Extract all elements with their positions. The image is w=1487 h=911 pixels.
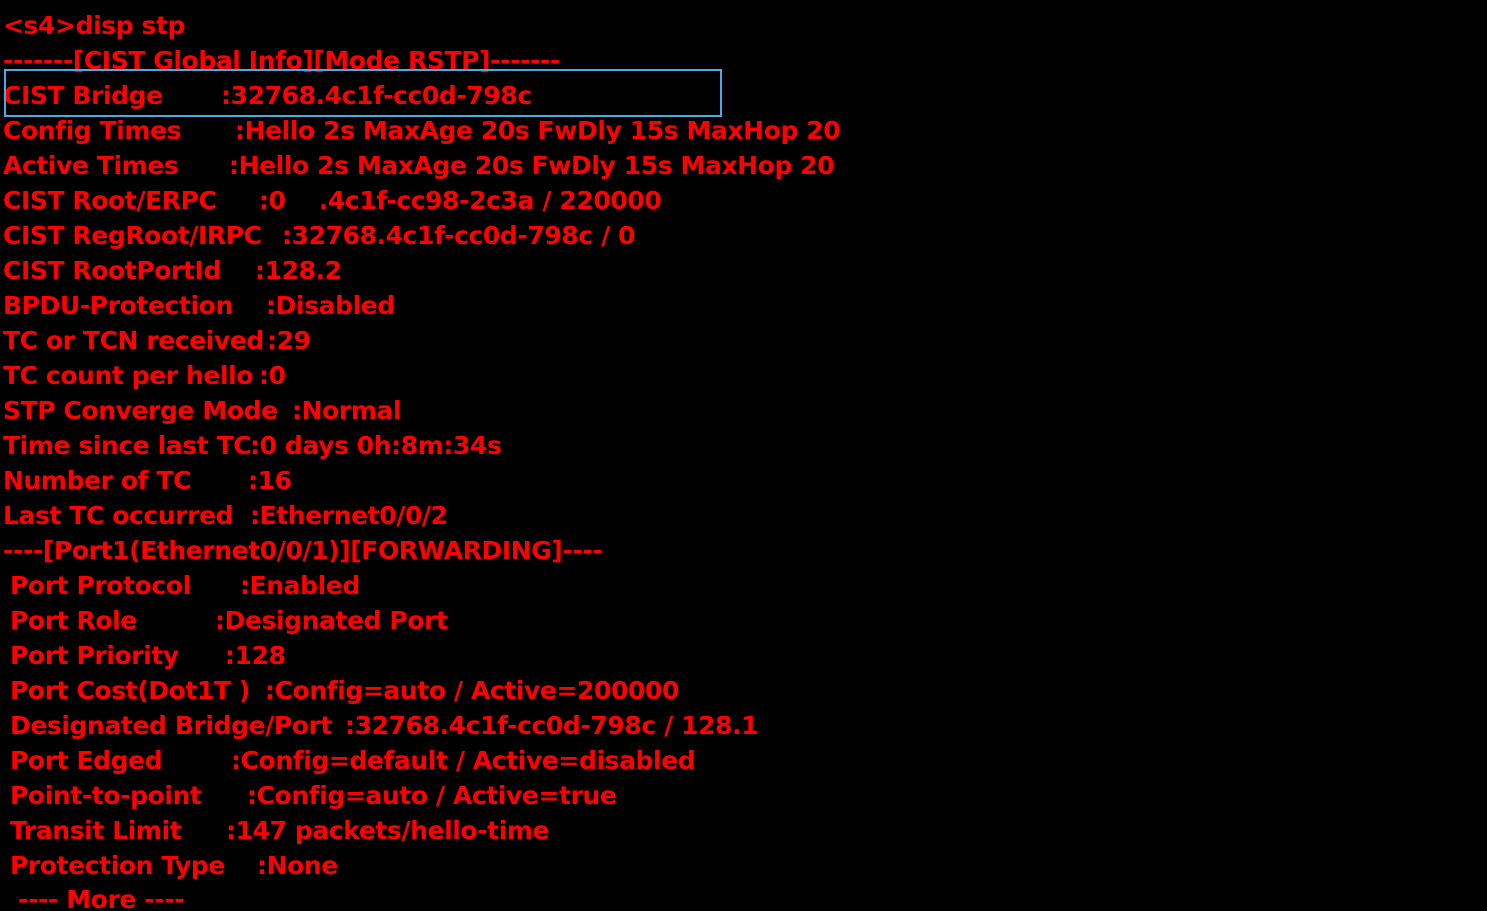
- row-value: :128.2: [255, 256, 342, 285]
- row-value: :Designated Port: [215, 606, 448, 635]
- global-row-tc-count-per-hello: TC count per hello:0: [3, 358, 286, 393]
- global-row-cist-regroot-irpc: CIST RegRoot/IRPC :32768.4c1f-cc0d-798c /…: [3, 218, 636, 253]
- port-row-point-to-point: Point-to-point :Config=auto / Active=true: [10, 778, 617, 813]
- row-value: :32768.4c1f-cc0d-798c: [221, 81, 532, 110]
- port-row-transit-limit: Transit Limit :147 packets/hello-time: [10, 813, 550, 848]
- row-value: :Hello 2s MaxAge 20s FwDly 15s MaxHop 20: [235, 116, 841, 145]
- row-label: Port Protocol: [10, 571, 191, 600]
- global-row-time-since-last-tc: Time since last TC:0 days 0h:8m:34s: [3, 428, 502, 463]
- row-label: Designated Bridge/Port: [10, 711, 333, 740]
- row-label: Active Times: [3, 151, 179, 180]
- row-label: Point-to-point: [10, 781, 202, 810]
- global-row-number-of-tc: Number of TC :16: [3, 463, 292, 498]
- port-row-protocol: Port Protocol :Enabled: [10, 568, 360, 603]
- row-label: Port Edged: [10, 746, 163, 775]
- row-label: TC or TCN received: [3, 326, 264, 355]
- global-row-cist-bridge: CIST Bridge :32768.4c1f-cc0d-798c: [3, 78, 532, 113]
- row-value: :Normal: [292, 396, 402, 425]
- port-row-designated-bridge: Designated Bridge/Port :32768.4c1f-cc0d-7…: [10, 708, 759, 743]
- port-header: ----[Port1(Ethernet0/0/1)][FORWARDING]--…: [3, 536, 603, 565]
- global-row-cist-rootportid: CIST RootPortId :128.2: [3, 253, 342, 288]
- global-row-bpdu-protection: BPDU-Protection :Disabled: [3, 288, 395, 323]
- row-label: CIST RootPortId: [3, 256, 221, 285]
- row-label: Time since last TC: [3, 431, 252, 460]
- global-row-active-times: Active Times :Hello 2s MaxAge 20s FwDly 1…: [3, 148, 835, 183]
- row-value: :16: [248, 466, 292, 495]
- global-info-header: -------[CIST Global Info][Mode RSTP]----…: [3, 46, 560, 75]
- terminal-window[interactable]: <s4>disp stp -------[CIST Global Info][M…: [0, 0, 1487, 911]
- port-row-role: Port Role :Designated Port: [10, 603, 448, 638]
- row-value: :0 days 0h:8m:34s: [250, 431, 502, 460]
- port-row-cost: Port Cost(Dot1T ) :Config=auto / Active=2…: [10, 673, 679, 708]
- row-label: Number of TC: [3, 466, 192, 495]
- row-value: :Config=default / Active=disabled: [231, 746, 696, 775]
- row-label: Transit Limit: [10, 816, 182, 845]
- row-value: :32768.4c1f-cc0d-798c / 128.1: [345, 711, 759, 740]
- row-label: Port Priority: [10, 641, 179, 670]
- row-value: :32768.4c1f-cc0d-798c / 0: [282, 221, 636, 250]
- command-line: <s4>disp stp: [3, 11, 186, 40]
- global-row-config-times: Config Times :Hello 2s MaxAge 20s FwDly 1…: [3, 113, 841, 148]
- port-row-priority: Port Priority :128: [10, 638, 286, 673]
- row-label: Config Times: [3, 116, 182, 145]
- row-label: TC count per hello: [3, 361, 254, 390]
- row-value: :Ethernet0/0/2: [250, 501, 448, 530]
- global-row-tc-received: TC or TCN received:29: [3, 323, 311, 358]
- row-value: :None: [257, 851, 338, 880]
- row-label: CIST Root/ERPC: [3, 186, 217, 215]
- row-value: :0: [259, 361, 286, 390]
- row-label: Port Cost(Dot1T ): [10, 676, 250, 705]
- row-label: BPDU-Protection: [3, 291, 233, 320]
- global-row-stp-converge-mode: STP Converge Mode :Normal: [3, 393, 402, 428]
- row-label: Port Role: [10, 606, 137, 635]
- row-value: :Config=auto / Active=true: [247, 781, 617, 810]
- row-value: :147 packets/hello-time: [226, 816, 550, 845]
- row-value: :0 .4c1f-cc98-2c3a / 220000: [259, 186, 662, 215]
- more-prompt[interactable]: ---- More ----: [18, 882, 185, 911]
- row-label: CIST RegRoot/IRPC: [3, 221, 262, 250]
- row-label: Protection Type: [10, 851, 225, 880]
- global-row-last-tc-occurred: Last TC occurred :Ethernet0/0/2: [3, 498, 448, 533]
- row-value: :Enabled: [240, 571, 360, 600]
- port-row-edged: Port Edged :Config=default / Active=disab…: [10, 743, 696, 778]
- row-label: Last TC occurred: [3, 501, 234, 530]
- global-row-cist-root-erpc: CIST Root/ERPC :0 .4c1f-cc98-2c3a / 22000…: [3, 183, 662, 218]
- row-value: :128: [225, 641, 286, 670]
- row-value: :29: [267, 326, 311, 355]
- row-value: :Config=auto / Active=200000: [265, 676, 679, 705]
- row-label: STP Converge Mode: [3, 396, 278, 425]
- port-row-protection-type: Protection Type :None: [10, 848, 338, 883]
- row-value: :Hello 2s MaxAge 20s FwDly 15s MaxHop 20: [229, 151, 835, 180]
- row-label: CIST Bridge: [3, 81, 163, 110]
- row-value: :Disabled: [266, 291, 395, 320]
